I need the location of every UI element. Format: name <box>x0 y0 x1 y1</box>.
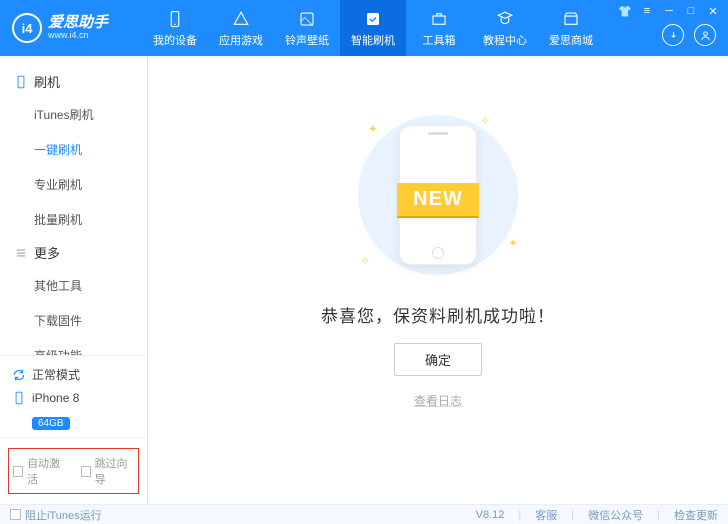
success-illustration: ✦ ✧ ✧ ✦ NEW <box>338 110 538 280</box>
options-highlight-box: 自动激活 跳过向导 <box>8 448 139 494</box>
nav-label: 工具箱 <box>423 32 456 48</box>
mode-row[interactable]: 正常模式 <box>12 366 135 383</box>
user-button[interactable] <box>694 24 716 46</box>
nav-tutorial[interactable]: 教程中心 <box>472 0 538 56</box>
checkbox-label: 阻止iTunes运行 <box>25 507 102 523</box>
nav-label: 教程中心 <box>483 32 527 48</box>
support-link[interactable]: 客服 <box>535 507 557 523</box>
nav-apps-games[interactable]: 应用游戏 <box>208 0 274 56</box>
sidebar-item-pro-flash[interactable]: 专业刷机 <box>34 167 147 202</box>
device-label: iPhone 8 <box>32 391 79 405</box>
sidebar-item-batch-flash[interactable]: 批量刷机 <box>34 202 147 237</box>
menu-icon[interactable]: ≡ <box>640 4 654 18</box>
nav-toolbox[interactable]: 工具箱 <box>406 0 472 56</box>
check-update-link[interactable]: 检查更新 <box>674 507 718 523</box>
title-bar: i4 爱思助手 www.i4.cn 我的设备 应用游戏 铃声壁纸 智能刷机 工具… <box>0 0 728 56</box>
sidebar-group-label: 刷机 <box>34 72 60 91</box>
sidebar: 刷机 iTunes刷机 一键刷机 专业刷机 批量刷机 更多 其他工具 下载固件 … <box>0 56 148 504</box>
nav-store[interactable]: 爱思商城 <box>538 0 604 56</box>
checkbox-auto-activate[interactable]: 自动激活 <box>13 455 67 487</box>
app-url: www.i4.cn <box>48 31 108 41</box>
menu-lines-icon <box>14 246 28 260</box>
logo-area: i4 爱思助手 www.i4.cn <box>0 13 142 43</box>
nav-label: 智能刷机 <box>351 32 395 48</box>
sidebar-item-advanced[interactable]: 高级功能 <box>34 338 147 355</box>
checkbox-icon <box>13 466 23 477</box>
nav-label: 铃声壁纸 <box>285 32 329 48</box>
nav-label: 我的设备 <box>153 32 197 48</box>
nav-smart-flash[interactable]: 智能刷机 <box>340 0 406 56</box>
mode-label: 正常模式 <box>32 366 80 383</box>
storage-badge: 64GB <box>32 417 70 430</box>
sidebar-group-flash[interactable]: 刷机 <box>0 66 147 97</box>
refresh-icon <box>12 368 26 382</box>
sidebar-item-itunes-flash[interactable]: iTunes刷机 <box>34 97 147 132</box>
checkbox-block-itunes[interactable]: 阻止iTunes运行 <box>10 507 102 523</box>
sidebar-item-oneclick-flash[interactable]: 一键刷机 <box>34 132 147 167</box>
close-icon[interactable]: ✕ <box>706 4 720 18</box>
wechat-link[interactable]: 微信公众号 <box>588 507 643 523</box>
main-nav: 我的设备 应用游戏 铃声壁纸 智能刷机 工具箱 教程中心 爱思商城 <box>142 0 604 56</box>
nav-label: 爱思商城 <box>549 32 593 48</box>
sidebar-item-other-tools[interactable]: 其他工具 <box>34 268 147 303</box>
skin-icon[interactable]: 👕 <box>618 4 632 18</box>
download-button[interactable] <box>662 24 684 46</box>
app-title: 爱思助手 <box>48 15 108 32</box>
status-bar: 阻止iTunes运行 V8.12 | 客服 | 微信公众号 | 检查更新 <box>0 504 728 524</box>
sidebar-item-download-firmware[interactable]: 下载固件 <box>34 303 147 338</box>
nav-my-device[interactable]: 我的设备 <box>142 0 208 56</box>
phone-icon <box>12 391 26 405</box>
device-row[interactable]: iPhone 8 <box>12 391 135 405</box>
view-log-link[interactable]: 查看日志 <box>414 392 462 409</box>
checkbox-label: 跳过向导 <box>95 455 134 487</box>
logo-icon: i4 <box>12 13 42 43</box>
checkbox-skip-guide[interactable]: 跳过向导 <box>81 455 135 487</box>
checkbox-icon <box>81 466 91 477</box>
success-message: 恭喜您，保资料刷机成功啦！ <box>321 302 555 327</box>
sidebar-group-label: 更多 <box>34 243 60 262</box>
maximize-icon[interactable]: □ <box>684 4 698 18</box>
checkbox-icon <box>10 509 21 520</box>
checkbox-label: 自动激活 <box>27 455 66 487</box>
new-ribbon: NEW <box>397 183 479 216</box>
minimize-icon[interactable]: ─ <box>662 4 676 18</box>
version-label: V8.12 <box>476 509 505 521</box>
main-content: ✦ ✧ ✧ ✦ NEW 恭喜您，保资料刷机成功啦！ 确定 查看日志 <box>148 56 728 504</box>
sidebar-group-more[interactable]: 更多 <box>0 237 147 268</box>
phone-icon <box>14 75 28 89</box>
confirm-button[interactable]: 确定 <box>394 343 482 376</box>
nav-label: 应用游戏 <box>219 32 263 48</box>
nav-ringtone-wallpaper[interactable]: 铃声壁纸 <box>274 0 340 56</box>
device-status-panel: 正常模式 iPhone 8 64GB <box>0 355 147 437</box>
window-controls: 👕 ≡ ─ □ ✕ <box>618 4 720 18</box>
